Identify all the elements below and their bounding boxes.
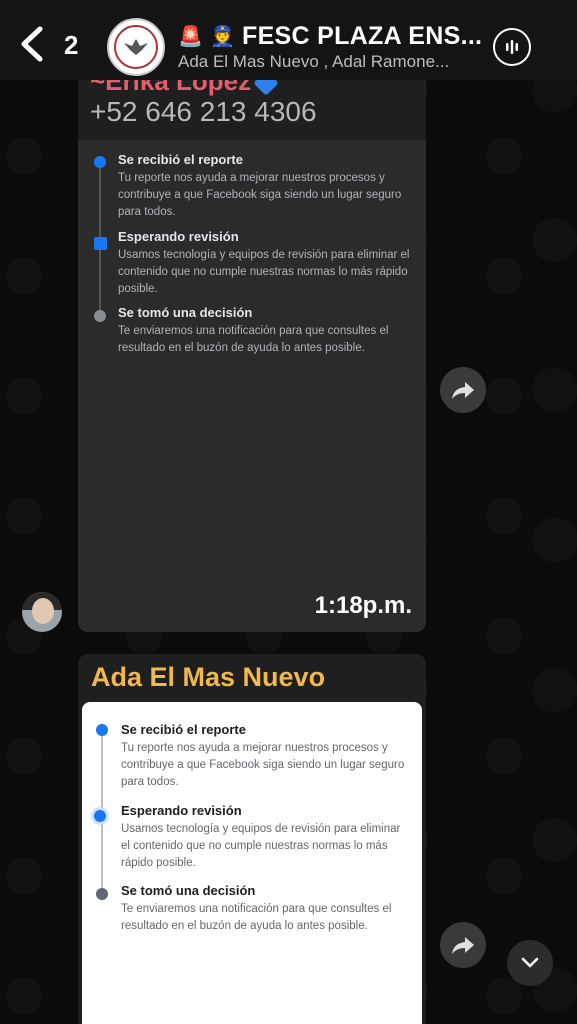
step-description: Tu reporte nos ayuda a mejorar nuestros … <box>118 172 402 218</box>
step-pending-dot-icon <box>94 310 106 322</box>
sender-avatar[interactable] <box>22 592 62 632</box>
message-bubble[interactable]: Ada El Mas Nuevo Se recibió el reporte T… <box>78 654 426 1024</box>
step-title: Se recibió el reporte <box>118 152 243 167</box>
sender-name: ~Erika López <box>90 80 279 97</box>
report-screenshot[interactable]: Se recibió el reporte Tu reporte nos ayu… <box>78 140 426 632</box>
group-avatar[interactable] <box>107 18 165 76</box>
step-title: Se tomó una decisión <box>121 883 256 898</box>
step-active-square-icon <box>94 237 107 250</box>
group-title: FESC PLAZA ENS... <box>242 22 483 50</box>
step-title: Esperando revisión <box>121 803 242 818</box>
step-pending-dot-icon <box>96 888 108 900</box>
step-description: Usamos tecnología y equipos de revisión … <box>118 249 410 295</box>
sender-name: Ada El Mas Nuevo <box>91 662 326 692</box>
step-title: Esperando revisión <box>118 229 239 244</box>
sender-phone: +52 646 213 4306 <box>90 96 317 127</box>
scroll-to-bottom-button[interactable] <box>507 940 553 986</box>
avatar-face <box>32 598 54 624</box>
step-description: Tu reporte nos ayuda a mejorar nuestros … <box>121 742 405 788</box>
unread-count[interactable]: 2 <box>64 30 78 61</box>
eagle-emblem-icon <box>124 39 148 55</box>
step-description: Te enviaremos una notificación para que … <box>118 325 389 354</box>
police-officer-emoji: 👮 <box>210 25 235 48</box>
step-active-ring-icon <box>94 810 106 822</box>
step-description: Usamos tecnología y equipos de revisión … <box>121 823 401 869</box>
step-active-dot-icon <box>96 724 108 736</box>
chevron-left-icon <box>21 26 43 62</box>
report-screenshot[interactable]: Se recibió el reporte Tu reporte nos ayu… <box>82 702 422 1024</box>
seal-logo <box>114 25 158 69</box>
message-bubble[interactable]: ~Erika López +52 646 213 4306 Se recibió… <box>78 80 426 632</box>
group-call-button[interactable] <box>493 28 531 66</box>
forward-arrow-icon <box>452 937 474 954</box>
siren-emoji: 🚨 <box>178 25 203 48</box>
group-title-row[interactable]: 🚨 👮 FESC PLAZA ENS... <box>178 22 482 51</box>
chat-header: 2 🚨 👮 FESC PLAZA ENS... Ada El Mas Nuevo… <box>0 0 577 80</box>
verified-badge-icon <box>253 80 279 96</box>
group-members[interactable]: Ada El Mas Nuevo , Adal Ramone... <box>178 52 449 72</box>
message-time: 1:18p.m. <box>314 592 412 619</box>
step-title: Se tomó una decisión <box>118 305 253 320</box>
forward-button[interactable] <box>440 922 486 968</box>
forward-arrow-icon <box>452 382 474 399</box>
audio-wave-icon <box>506 40 518 54</box>
chevron-down-icon <box>521 957 539 968</box>
step-title: Se recibió el reporte <box>121 722 246 737</box>
step-description: Te enviaremos una notificación para que … <box>121 903 392 932</box>
forward-button[interactable] <box>440 367 486 413</box>
step-active-dot-icon <box>94 156 106 168</box>
back-button[interactable] <box>18 24 58 64</box>
